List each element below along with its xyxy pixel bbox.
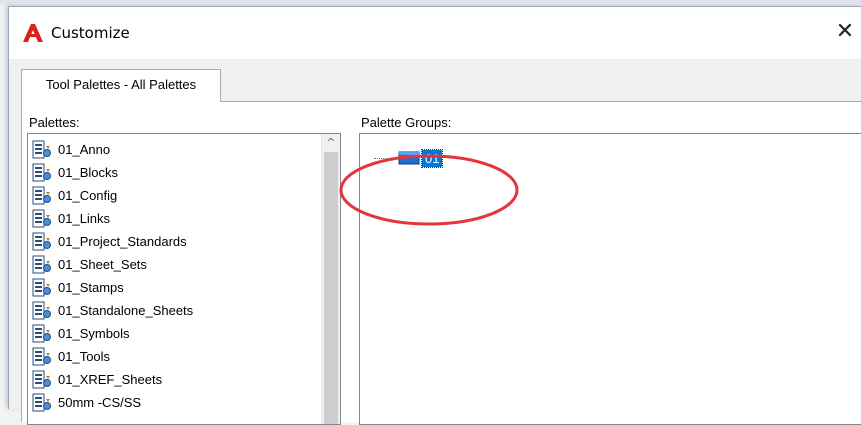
tool-palette-icon [32, 301, 51, 319]
tool-palette-icon [32, 347, 51, 365]
palette-list-item[interactable]: 01_Symbols [28, 322, 320, 345]
palette-list-item[interactable]: 01_Tools [28, 345, 320, 368]
tree-node-01[interactable]: 01 [374, 148, 444, 168]
tool-palette-icon [32, 255, 51, 273]
palette-item-label: 01_Blocks [58, 165, 118, 180]
tool-palette-icon [32, 140, 51, 158]
palettes-label: Palettes: [29, 115, 80, 130]
palette-item-label: 01_Sheet_Sets [58, 257, 147, 272]
tab-tool-palettes-all[interactable]: Tool Palettes - All Palettes [21, 69, 221, 102]
scroll-up-arrow-icon[interactable]: ^ [322, 134, 340, 151]
tool-palette-icon [32, 186, 51, 204]
palette-item-label: 01_Config [58, 188, 118, 203]
tool-palette-icon [32, 209, 51, 227]
palette-list-item[interactable]: 01_Stamps [28, 276, 320, 299]
autocad-logo-icon [23, 24, 43, 42]
scroll-thumb[interactable] [324, 152, 338, 424]
palette-item-label: 01_Anno [58, 142, 111, 157]
palette-list-item[interactable]: 01_Links [28, 207, 320, 230]
tool-palette-icon [32, 163, 51, 181]
palette-item-label: 01_Links [58, 211, 111, 226]
palette-item-label: 01_Tools [58, 349, 111, 364]
palette-item-label: 01_Project_Standards [58, 234, 187, 249]
palettes-listbox[interactable]: 01_Anno 01_Blocks 01_Config 01_Links 01_… [27, 133, 341, 425]
palette-groups-tree[interactable]: 01 [359, 133, 861, 425]
tool-palette-icon [32, 370, 51, 388]
tree-connector [374, 157, 396, 159]
close-button[interactable]: ✕ [828, 17, 861, 49]
palette-item-label: 01_XREF_Sheets [58, 372, 163, 387]
palette-item-label: 01_Standalone_Sheets [58, 303, 194, 318]
palette-list-item[interactable]: 01_Standalone_Sheets [28, 299, 320, 322]
palette-list-item[interactable]: 01_Config [28, 184, 320, 207]
palette-item-label: 01_Symbols [58, 326, 130, 341]
palette-list-item[interactable]: 01_XREF_Sheets [28, 368, 320, 391]
palette-group-icon [398, 151, 420, 165]
tree-node-label[interactable]: 01 [420, 148, 444, 168]
palette-list-item[interactable]: 50mm -CS/SS [28, 391, 320, 414]
tool-palette-icon [32, 232, 51, 250]
palette-item-label: 01_Stamps [58, 280, 124, 295]
tool-palette-icon [32, 393, 51, 411]
palettes-scrollbar[interactable]: ^ [321, 134, 340, 424]
palettes-list: 01_Anno 01_Blocks 01_Config 01_Links 01_… [28, 138, 320, 414]
tool-palette-icon [32, 278, 51, 296]
palette-list-item[interactable]: 01_Blocks [28, 161, 320, 184]
palette-list-item[interactable]: 01_Anno [28, 138, 320, 161]
palette-groups-label: Palette Groups: [361, 115, 452, 130]
palette-list-item[interactable]: 01_Sheet_Sets [28, 253, 320, 276]
customize-dialog: Customize ✕ Tool Palettes - All Palettes… [8, 6, 861, 425]
palette-list-item[interactable]: 01_Project_Standards [28, 230, 320, 253]
dialog-content: Tool Palettes - All Palettes Palettes: 0… [9, 59, 861, 425]
tool-palette-icon [32, 324, 51, 342]
title-bar[interactable]: Customize ✕ [9, 7, 861, 59]
window-title: Customize [51, 24, 130, 42]
